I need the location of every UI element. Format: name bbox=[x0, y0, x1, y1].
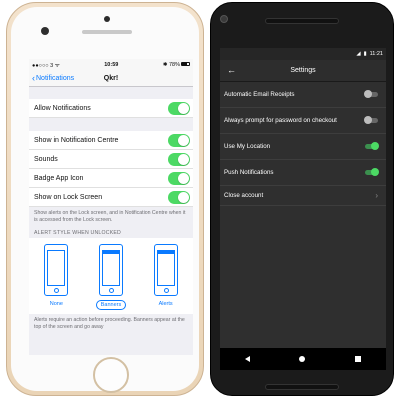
status-time: 11:21 bbox=[369, 51, 383, 57]
alert-style-header: ALERT STYLE WHEN UNLOCKED bbox=[34, 230, 121, 236]
front-camera bbox=[220, 15, 228, 23]
automatic-email-receipts-switch[interactable] bbox=[364, 90, 378, 98]
show-on-lock-screen-toggle[interactable] bbox=[168, 190, 190, 204]
page-title: Qkr! bbox=[103, 75, 119, 82]
alert-style-alerts-label: Alerts bbox=[158, 301, 173, 307]
push-notifications-row: Push Notifications bbox=[220, 160, 386, 186]
sounds-row: Sounds bbox=[29, 150, 193, 169]
password-prompt-row: Always prompt for password on checkout bbox=[220, 108, 386, 134]
android-device: ◢ ▮ 11:21 ← Settings Automatic Email Rec… bbox=[210, 2, 394, 396]
battery-icon bbox=[180, 62, 190, 67]
front-camera bbox=[41, 27, 49, 35]
sounds-toggle[interactable] bbox=[168, 152, 190, 166]
close-account-row[interactable]: Close account › bbox=[220, 186, 386, 206]
battery-icon: ▮ bbox=[363, 51, 367, 57]
show-in-notification-centre-label: Show in Notification Centre bbox=[34, 136, 119, 144]
use-my-location-row: Use My Location bbox=[220, 134, 386, 160]
alert-style-banners-label: Banners bbox=[95, 300, 127, 310]
alert-style-none-label: None bbox=[49, 301, 63, 307]
allow-notifications-toggle[interactable] bbox=[168, 101, 190, 115]
badge-app-icon-label: Badge App Icon bbox=[34, 174, 84, 182]
carrier-signal: ●●○○○ 3 ᯤ bbox=[32, 62, 60, 69]
iphone-device: ●●○○○ 3 ᯤ 10:59 ✱ 78% ‹ Notifications Qk… bbox=[6, 2, 204, 396]
allow-notifications-row: Allow Notifications bbox=[29, 99, 193, 118]
toolbar-title: Settings bbox=[290, 67, 316, 74]
signal-icon: ◢ bbox=[356, 51, 361, 57]
alert-style-picker: None Banners Alerts bbox=[29, 238, 193, 314]
badge-app-icon-row: Badge App Icon bbox=[29, 169, 193, 188]
alert-style-footer: Alerts require an action before proceedi… bbox=[34, 317, 185, 330]
bottom-speaker bbox=[265, 384, 339, 390]
ios-status-bar: ●●○○○ 3 ᯤ 10:59 ✱ 78% bbox=[29, 59, 193, 70]
status-time: 10:59 bbox=[104, 61, 119, 68]
top-speaker bbox=[265, 18, 339, 24]
chevron-right-icon: › bbox=[375, 191, 378, 200]
phone-alert-icon bbox=[153, 244, 178, 296]
ios-nav-bar: ‹ Notifications Qkr! bbox=[29, 70, 193, 87]
lock-screen-footer: Show alerts on the Lock screen, and in N… bbox=[34, 210, 186, 223]
password-prompt-switch[interactable] bbox=[364, 116, 378, 124]
push-notifications-switch[interactable] bbox=[365, 168, 379, 176]
use-my-location-switch[interactable] bbox=[365, 142, 379, 150]
android-settings-screen: ◢ ▮ 11:21 ← Settings Automatic Email Rec… bbox=[220, 48, 386, 370]
earpiece-speaker bbox=[82, 30, 132, 34]
battery-status: ✱ 78% bbox=[163, 62, 190, 68]
home-button[interactable] bbox=[93, 357, 129, 393]
camera-dot bbox=[104, 16, 110, 22]
alert-style-banners[interactable]: Banners bbox=[91, 244, 131, 314]
nav-home-icon[interactable] bbox=[299, 356, 306, 362]
android-status-bar: ◢ ▮ 11:21 bbox=[220, 48, 386, 60]
password-prompt-label: Always prompt for password on checkout bbox=[224, 117, 337, 124]
show-on-lock-screen-label: Show on Lock Screen bbox=[34, 193, 103, 201]
automatic-email-receipts-row: Automatic Email Receipts bbox=[220, 82, 386, 108]
battery-percent: ✱ 78% bbox=[162, 61, 180, 68]
android-toolbar: ← Settings bbox=[220, 60, 386, 82]
sounds-label: Sounds bbox=[34, 155, 58, 163]
phone-none-icon bbox=[44, 244, 69, 296]
alert-style-alerts[interactable]: Alerts bbox=[146, 244, 186, 314]
show-in-notification-centre-row: Show in Notification Centre bbox=[29, 131, 193, 150]
push-notifications-label: Push Notifications bbox=[224, 169, 274, 176]
automatic-email-receipts-label: Automatic Email Receipts bbox=[224, 91, 295, 98]
close-account-label: Close account bbox=[224, 192, 264, 199]
alert-style-none[interactable]: None bbox=[36, 244, 76, 314]
nav-back-icon[interactable] bbox=[244, 356, 250, 362]
android-navigation-bar bbox=[220, 348, 386, 370]
show-on-lock-screen-row: Show on Lock Screen bbox=[29, 188, 193, 207]
allow-notifications-label: Allow Notifications bbox=[34, 104, 91, 112]
nav-recents-icon[interactable] bbox=[355, 356, 362, 362]
badge-app-icon-toggle[interactable] bbox=[168, 171, 190, 185]
ios-notification-settings-screen: ●●○○○ 3 ᯤ 10:59 ✱ 78% ‹ Notifications Qk… bbox=[29, 59, 193, 355]
phone-banner-icon bbox=[98, 244, 123, 296]
show-in-notification-centre-toggle[interactable] bbox=[168, 133, 190, 147]
use-my-location-label: Use My Location bbox=[224, 143, 271, 150]
